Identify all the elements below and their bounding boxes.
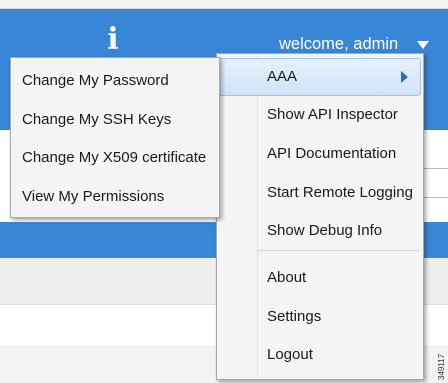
menu-item-label: Show Debug Info xyxy=(267,222,383,239)
menu-item-show-api-inspector[interactable]: Show API Inspector xyxy=(217,96,423,134)
menu-item-label: Show API Inspector xyxy=(267,106,398,123)
menu-separator xyxy=(257,250,419,251)
menu-item-logout[interactable]: Logout xyxy=(217,336,423,374)
user-menu-toggle[interactable]: welcome, admin xyxy=(279,34,398,54)
menu-item-label: AAA xyxy=(267,68,298,85)
menu-item-settings[interactable]: Settings xyxy=(217,298,423,336)
menu-item-api-documentation[interactable]: API Documentation xyxy=(217,135,423,173)
menu-item-start-remote-logging[interactable]: Start Remote Logging xyxy=(217,174,423,212)
submenu-item-change-x509-certificate[interactable]: Change My X509 certificate xyxy=(11,139,219,177)
menu-item-show-debug-info[interactable]: Show Debug Info xyxy=(217,212,423,250)
menu-item-label: About xyxy=(267,269,307,286)
menu-item-label: API Documentation xyxy=(267,145,397,162)
aaa-submenu: Change My Password Change My SSH Keys Ch… xyxy=(10,57,220,218)
menu-item-aaa[interactable]: AAA xyxy=(219,58,421,96)
submenu-item-change-password[interactable]: Change My Password xyxy=(11,62,219,100)
figure-number: 349117 xyxy=(437,353,446,380)
menu-item-label: Logout xyxy=(267,346,313,363)
submenu-item-label: View My Permissions xyxy=(22,188,165,205)
chevron-down-icon[interactable] xyxy=(417,41,429,49)
info-icon[interactable]: i xyxy=(103,24,123,56)
menu-item-label: Start Remote Logging xyxy=(267,184,413,201)
window-top-edge xyxy=(0,0,448,9)
menu-item-about[interactable]: About xyxy=(217,259,423,297)
menu-item-label: Settings xyxy=(267,308,322,325)
submenu-item-label: Change My SSH Keys xyxy=(22,111,172,128)
chevron-right-icon xyxy=(401,71,408,83)
submenu-item-label: Change My Password xyxy=(22,72,169,89)
submenu-item-view-permissions[interactable]: View My Permissions xyxy=(11,178,219,216)
submenu-item-change-ssh-keys[interactable]: Change My SSH Keys xyxy=(11,101,219,139)
submenu-item-label: Change My X509 certificate xyxy=(22,149,207,166)
user-dropdown-menu: AAA Show API Inspector API Documentation… xyxy=(216,53,424,380)
